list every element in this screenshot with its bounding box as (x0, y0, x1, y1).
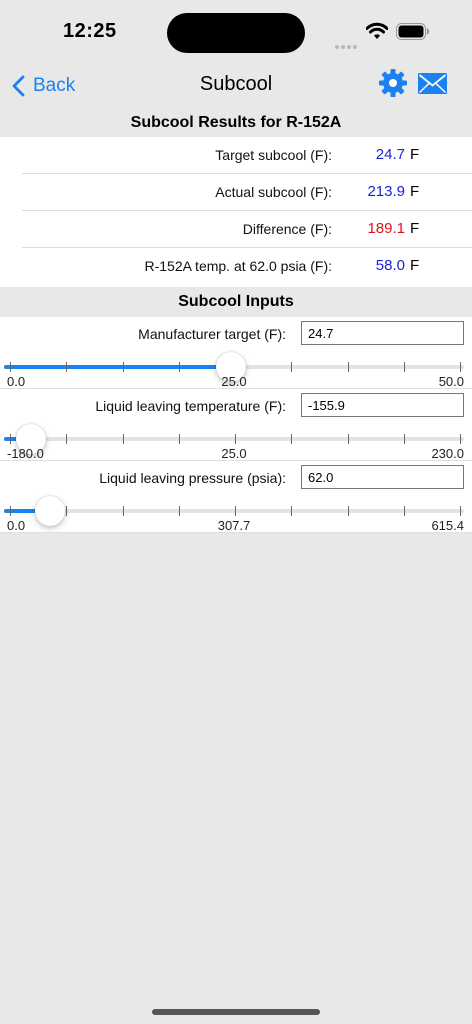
slider-tick (348, 434, 349, 444)
slider-tick (404, 362, 405, 372)
slider-tick (235, 506, 236, 516)
mail-icon[interactable] (418, 73, 447, 94)
navigation-bar: Back Subcool (0, 64, 472, 108)
slider-tick (179, 362, 180, 372)
result-row-difference: Difference (F): 189.1 F (0, 211, 472, 248)
status-bar: 12:25 (0, 0, 472, 64)
slider-tick (235, 434, 236, 444)
gear-icon[interactable] (378, 68, 408, 98)
slider-tick (291, 434, 292, 444)
battery-icon (396, 23, 430, 40)
slider-min-label: 0.0 (7, 518, 26, 533)
slider-thumb[interactable] (35, 496, 65, 526)
liquid-leaving-pressure-field[interactable] (301, 465, 464, 489)
slider-max-label: 615.4 (431, 518, 464, 533)
input-label: Manufacturer target (F): (138, 326, 286, 342)
row-divider (0, 532, 472, 533)
result-row-actual-subcool: Actual subcool (F): 213.9 F (0, 174, 472, 211)
slider-tick (291, 362, 292, 372)
slider-tick (179, 506, 180, 516)
status-time: 12:25 (63, 20, 117, 42)
result-row-saturation-temp: R-152A temp. at 62.0 psia (F): 58.0 F (0, 248, 472, 285)
liquid-leaving-temp-slider[interactable]: -180.0 25.0 230.0 (4, 424, 464, 461)
slider-tick (460, 506, 461, 516)
signal-icon (335, 36, 359, 54)
result-unit: F (410, 220, 420, 237)
manufacturer-target-slider[interactable]: 0.0 25.0 50.0 (4, 352, 464, 389)
input-label: Liquid leaving pressure (psia): (99, 470, 286, 486)
result-unit: F (410, 257, 420, 274)
result-value: 213.9 (367, 183, 405, 200)
slider-tick (123, 434, 124, 444)
liquid-leaving-pressure-slider[interactable]: 0.0 307.7 615.4 (4, 496, 464, 533)
slider-tick (123, 506, 124, 516)
liquid-leaving-temp-field[interactable] (301, 393, 464, 417)
slider-tick (179, 434, 180, 444)
results-panel: Target subcool (F): 24.7 F Actual subcoo… (0, 137, 472, 287)
slider-tick (10, 506, 11, 516)
slider-tick (291, 506, 292, 516)
slider-tick (460, 362, 461, 372)
slider-min-label: 0.0 (7, 374, 26, 389)
slider-tick (123, 362, 124, 372)
slider-tick (348, 506, 349, 516)
result-label: Target subcool (F): (215, 147, 332, 163)
slider-min-label: -180.0 (7, 446, 44, 461)
inputs-section-header: Subcool Inputs (178, 293, 294, 310)
slider-tick (404, 434, 405, 444)
slider-tick (460, 434, 461, 444)
slider-max-label: 50.0 (438, 374, 464, 389)
manufacturer-target-field[interactable] (301, 321, 464, 345)
result-label: Difference (F): (242, 221, 332, 237)
inputs-panel: Manufacturer target (F): 0.0 25.0 50.0 L… (0, 317, 472, 533)
slider-track (4, 437, 464, 441)
slider-tick (66, 362, 67, 372)
wifi-icon (366, 22, 388, 39)
result-label: R-152A temp. at 62.0 psia (F): (144, 258, 332, 274)
result-value: 189.1 (367, 220, 405, 237)
slider-tick (10, 434, 11, 444)
result-row-target-subcool: Target subcool (F): 24.7 F (0, 137, 472, 174)
slider-fill (4, 365, 231, 369)
input-row-liquid-leaving-temp: Liquid leaving temperature (F): -180.0 2… (0, 389, 472, 461)
results-section-header: Subcool Results for R-152A (130, 114, 342, 131)
slider-max-label: 230.0 (431, 446, 464, 461)
result-value: 58.0 (375, 257, 405, 274)
slider-mid-label: 25.0 (221, 374, 247, 389)
slider-tick (404, 506, 405, 516)
slider-tick (10, 362, 11, 372)
result-label: Actual subcool (F): (215, 184, 332, 200)
slider-mid-label: 307.7 (217, 518, 251, 533)
slider-tick (66, 434, 67, 444)
slider-tick (348, 362, 349, 372)
slider-tick (66, 506, 67, 516)
result-unit: F (410, 183, 420, 200)
result-value: 24.7 (375, 146, 405, 163)
input-row-manufacturer-target: Manufacturer target (F): 0.0 25.0 50.0 (0, 317, 472, 389)
slider-track (4, 509, 464, 513)
home-indicator (152, 1009, 320, 1015)
input-row-liquid-leaving-pressure: Liquid leaving pressure (psia): 0.0 307.… (0, 461, 472, 533)
slider-mid-label: 25.0 (221, 446, 247, 461)
result-unit: F (410, 146, 420, 163)
dynamic-island (167, 13, 305, 53)
input-label: Liquid leaving temperature (F): (95, 398, 286, 414)
